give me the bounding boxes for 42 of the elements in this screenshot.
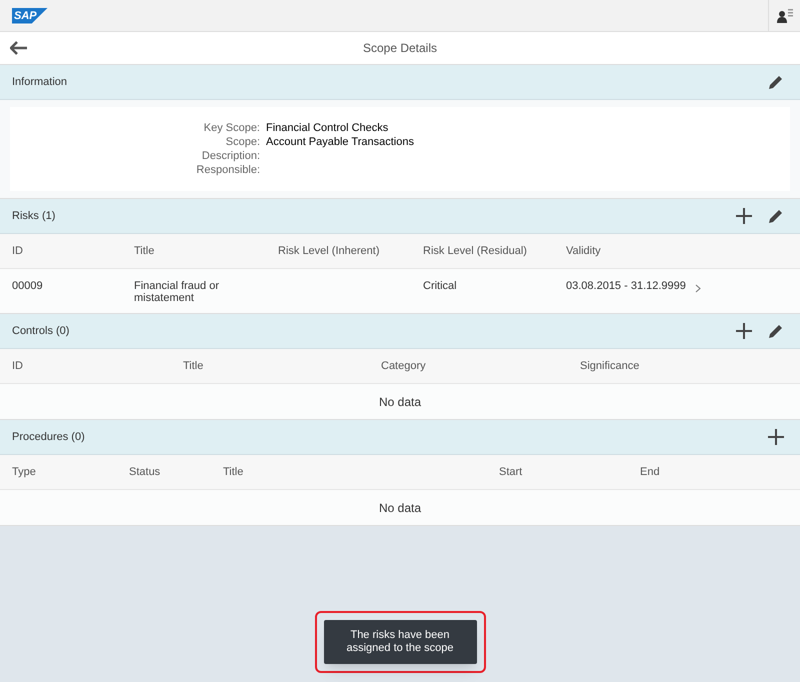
chevron-icon[interactable] <box>695 284 701 293</box>
column-header: Title <box>134 244 156 259</box>
section-title: Information <box>12 74 68 90</box>
column-header: Start <box>499 464 524 480</box>
column-header: ID <box>12 244 24 259</box>
column-header: Type <box>12 464 37 480</box>
add-icon[interactable] <box>736 208 752 224</box>
field-label: Responsible: <box>195 163 260 177</box>
table-cell-text: Financial fraud or mistatement <box>134 280 220 304</box>
edit-icon[interactable] <box>768 74 784 90</box>
table-cell: Critical <box>423 280 457 292</box>
add-icon[interactable] <box>768 429 784 445</box>
column-header: Risk Level (Residual) <box>423 244 528 259</box>
column-header: End <box>640 464 661 480</box>
add-icon[interactable] <box>736 323 752 339</box>
page-title: Scope Details <box>362 40 438 57</box>
column-header: Title <box>183 358 204 374</box>
column-header: Title <box>223 464 244 480</box>
edit-icon[interactable] <box>768 208 784 224</box>
field-label: Scope: <box>224 135 260 149</box>
column-header: Risk Level (Inherent) <box>278 244 380 259</box>
column-header: Validity <box>566 244 602 259</box>
back-arrow-icon[interactable] <box>10 41 28 55</box>
user-icon[interactable] <box>776 8 792 24</box>
section-title: Controls (0) <box>12 324 70 339</box>
empty-message: No data <box>378 500 422 516</box>
table-cell: 03.08.2015 - 31.12.9999 <box>566 280 686 292</box>
field-value: Account Payable Transactions <box>266 135 415 149</box>
field-label: Key Scope: <box>202 121 260 135</box>
field-value: Financial Control Checks <box>266 121 390 135</box>
field-label: Description: <box>200 149 260 163</box>
empty-message: No data <box>378 394 422 410</box>
column-header: Category <box>381 358 427 374</box>
toast-message: The risks have been assigned to the scope <box>324 620 476 664</box>
logo: SAP <box>12 8 48 24</box>
table-cell: 00009 <box>12 280 43 292</box>
column-header: Significance <box>580 358 640 374</box>
section-title: Risks (1) <box>12 208 56 224</box>
column-header: ID <box>12 358 24 374</box>
section-title: Procedures (0) <box>12 430 86 445</box>
edit-icon[interactable] <box>768 323 784 339</box>
column-header: Status <box>129 464 162 480</box>
